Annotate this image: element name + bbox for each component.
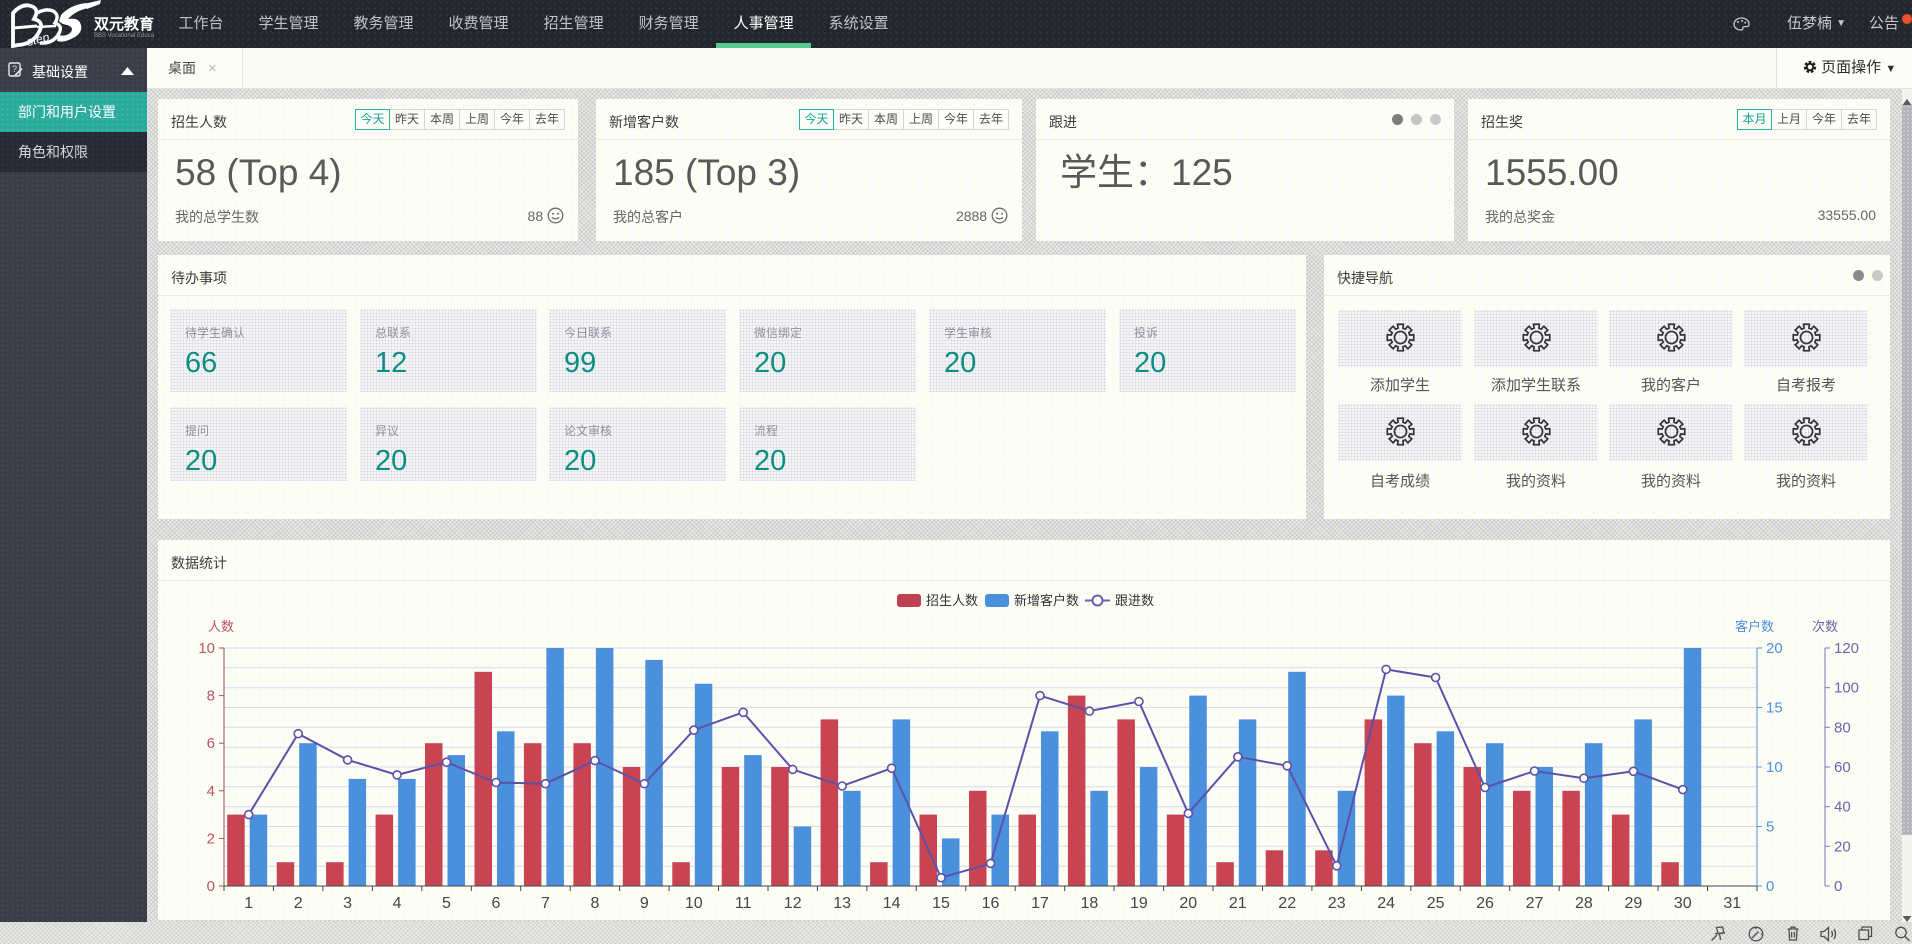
svg-text:14: 14 (883, 895, 901, 912)
svg-text:?: ? (12, 64, 17, 74)
svg-text:13: 13 (833, 895, 851, 912)
svg-text:31: 31 (1723, 895, 1741, 912)
svg-text:22: 22 (1278, 895, 1296, 912)
svg-text:16: 16 (982, 895, 1000, 912)
svg-text:4: 4 (393, 895, 402, 912)
svg-text:100: 100 (1834, 680, 1859, 697)
svg-text:17: 17 (1031, 895, 1049, 912)
svg-text:1: 1 (244, 895, 253, 912)
svg-text:双元教育: 双元教育 (94, 15, 154, 33)
svg-text:11: 11 (735, 895, 752, 912)
svg-text:step: step (25, 30, 51, 48)
svg-text:7: 7 (541, 895, 550, 912)
svg-text:招生人数: 招生人数 (926, 593, 978, 608)
svg-text:15: 15 (932, 895, 950, 912)
svg-text:20: 20 (1834, 838, 1851, 855)
svg-text:4: 4 (207, 783, 215, 800)
svg-text:5: 5 (1766, 819, 1774, 836)
svg-text:新增客户数: 新增客户数 (1014, 593, 1079, 608)
svg-text:5: 5 (442, 895, 451, 912)
svg-text:21: 21 (1229, 895, 1247, 912)
svg-text:0: 0 (207, 878, 215, 895)
svg-text:跟进数: 跟进数 (1115, 593, 1154, 608)
svg-text:8: 8 (590, 895, 599, 912)
svg-text:24: 24 (1377, 895, 1395, 912)
svg-text:12: 12 (784, 895, 802, 912)
svg-text:60: 60 (1834, 759, 1851, 776)
svg-text:10: 10 (685, 895, 703, 912)
svg-text:15: 15 (1766, 700, 1783, 717)
svg-text:26: 26 (1476, 895, 1494, 912)
svg-text:23: 23 (1328, 895, 1346, 912)
svg-text:120: 120 (1834, 640, 1859, 657)
svg-text:9: 9 (640, 895, 649, 912)
svg-text:次数: 次数 (1812, 619, 1838, 634)
svg-text:3: 3 (343, 895, 352, 912)
svg-text:6: 6 (492, 895, 501, 912)
svg-text:2: 2 (207, 830, 215, 847)
svg-text:25: 25 (1427, 895, 1445, 912)
svg-text:8: 8 (207, 688, 215, 705)
svg-text:18: 18 (1081, 895, 1099, 912)
svg-text:10: 10 (198, 640, 215, 657)
svg-text:80: 80 (1834, 719, 1851, 736)
svg-text:19: 19 (1130, 895, 1148, 912)
svg-text:30: 30 (1674, 895, 1692, 912)
svg-text:客户数: 客户数 (1735, 619, 1774, 634)
svg-text:20: 20 (1179, 895, 1197, 912)
svg-text:人数: 人数 (208, 619, 234, 634)
svg-text:BBS Vocational Education: BBS Vocational Education (94, 33, 154, 39)
svg-text:10: 10 (1766, 759, 1783, 776)
svg-text:0: 0 (1766, 878, 1774, 895)
svg-text:0: 0 (1834, 878, 1842, 895)
svg-text:20: 20 (1766, 640, 1783, 657)
svg-text:29: 29 (1625, 895, 1643, 912)
svg-text:40: 40 (1834, 799, 1851, 816)
svg-text:2: 2 (294, 895, 303, 912)
svg-text:28: 28 (1575, 895, 1593, 912)
svg-text:6: 6 (207, 735, 215, 752)
svg-text:27: 27 (1526, 895, 1544, 912)
